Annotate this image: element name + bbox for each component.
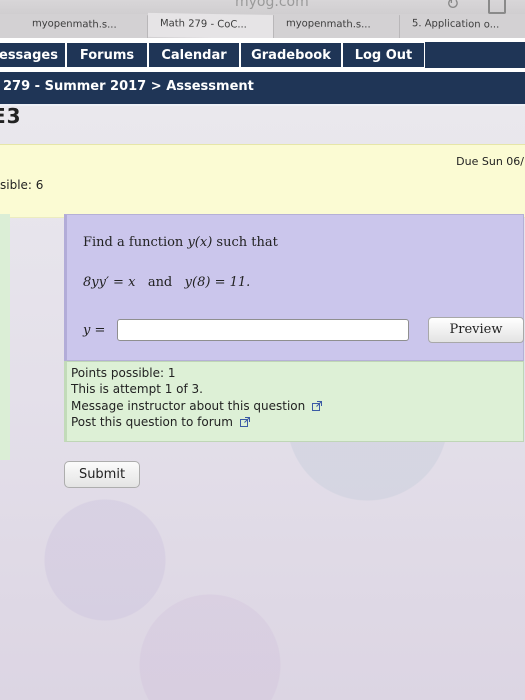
nav-messages-button[interactable]: essages [0, 42, 66, 68]
external-link-icon [239, 417, 250, 427]
question-nav-strip [0, 214, 10, 460]
url-fragment: myog.com [235, 0, 309, 10]
browser-tab-label: 5. Application o... [412, 18, 500, 31]
browser-tab-label: Math 279 - CoC... [160, 18, 247, 31]
nav-calendar-button[interactable]: Calendar [148, 42, 240, 68]
question-points: Points possible: 1 [71, 366, 176, 380]
nav-forums-button[interactable]: Forums [66, 42, 148, 68]
reload-icon[interactable]: ↻ [446, 0, 459, 13]
post-to-forum-link[interactable]: Post this question to forum [71, 415, 250, 429]
equation-ode: 8yy′ = x [83, 275, 136, 290]
nav-filler [425, 42, 525, 68]
browser-tab-label: myopenmath.s... [286, 18, 371, 31]
browser-tab[interactable]: myopenmath.s... [274, 12, 400, 40]
breadcrumb-bar: 279 - Summer 2017 > Assessment [0, 72, 525, 106]
message-instructor-link[interactable]: Message instructor about this question [71, 399, 323, 413]
prompt-text: Find a function [83, 235, 184, 250]
question-prompt: Find a function y(x) such that [83, 235, 278, 250]
assessment-info-bar: Due Sun 06/1 sible: 6 [0, 144, 525, 218]
preview-button[interactable]: Preview [428, 317, 524, 343]
nav-gradebook-button[interactable]: Gradebook [240, 42, 342, 68]
equation-initial-condition: y(8) = 11. [184, 275, 251, 290]
breadcrumb-separator: > [150, 79, 162, 94]
question-equation: 8yy′ = x and y(8) = 11. [83, 275, 250, 290]
nav-logout-button[interactable]: Log Out [342, 42, 425, 68]
post-to-forum-label: Post this question to forum [71, 415, 233, 429]
breadcrumb-current: Assessment [166, 79, 254, 94]
page-title: E3 [0, 104, 22, 128]
breadcrumb-course-link[interactable]: 279 - Summer 2017 [3, 79, 146, 94]
points-possible-total: sible: 6 [0, 178, 44, 192]
attempt-count: This is attempt 1 of 3. [71, 382, 203, 396]
submit-button[interactable]: Submit [64, 461, 140, 488]
browser-tab[interactable]: 5. Application o... [400, 13, 525, 39]
message-instructor-label: Message instructor about this question [71, 399, 306, 413]
prompt-function: y(x) [187, 235, 213, 250]
browser-tab-active[interactable]: Math 279 - CoC... [148, 12, 274, 40]
answer-input[interactable] [117, 319, 409, 341]
breadcrumb: 279 - Summer 2017 > Assessment [3, 79, 254, 94]
equation-and: and [147, 275, 173, 290]
answer-label: y = [83, 323, 106, 338]
external-link-icon [312, 401, 323, 411]
main-nav: essages Forums Calendar Gradebook Log Ou… [0, 38, 525, 72]
due-date: Due Sun 06/1 [456, 155, 525, 168]
browser-tab[interactable]: myopenmath.s... [0, 12, 148, 40]
browser-tab-bar: myopenmath.s... Math 279 - CoC... myopen… [0, 12, 525, 40]
share-icon[interactable] [488, 0, 506, 14]
assessment-content: E3 Due Sun 06/1 sible: 6 Find a function… [0, 104, 525, 700]
browser-tab-label: myopenmath.s... [32, 18, 117, 31]
question-box: Find a function y(x) such that 8yy′ = x … [64, 214, 524, 361]
question-info-box: Points possible: 1 This is attempt 1 of … [64, 361, 524, 442]
prompt-tail: such that [216, 235, 278, 250]
